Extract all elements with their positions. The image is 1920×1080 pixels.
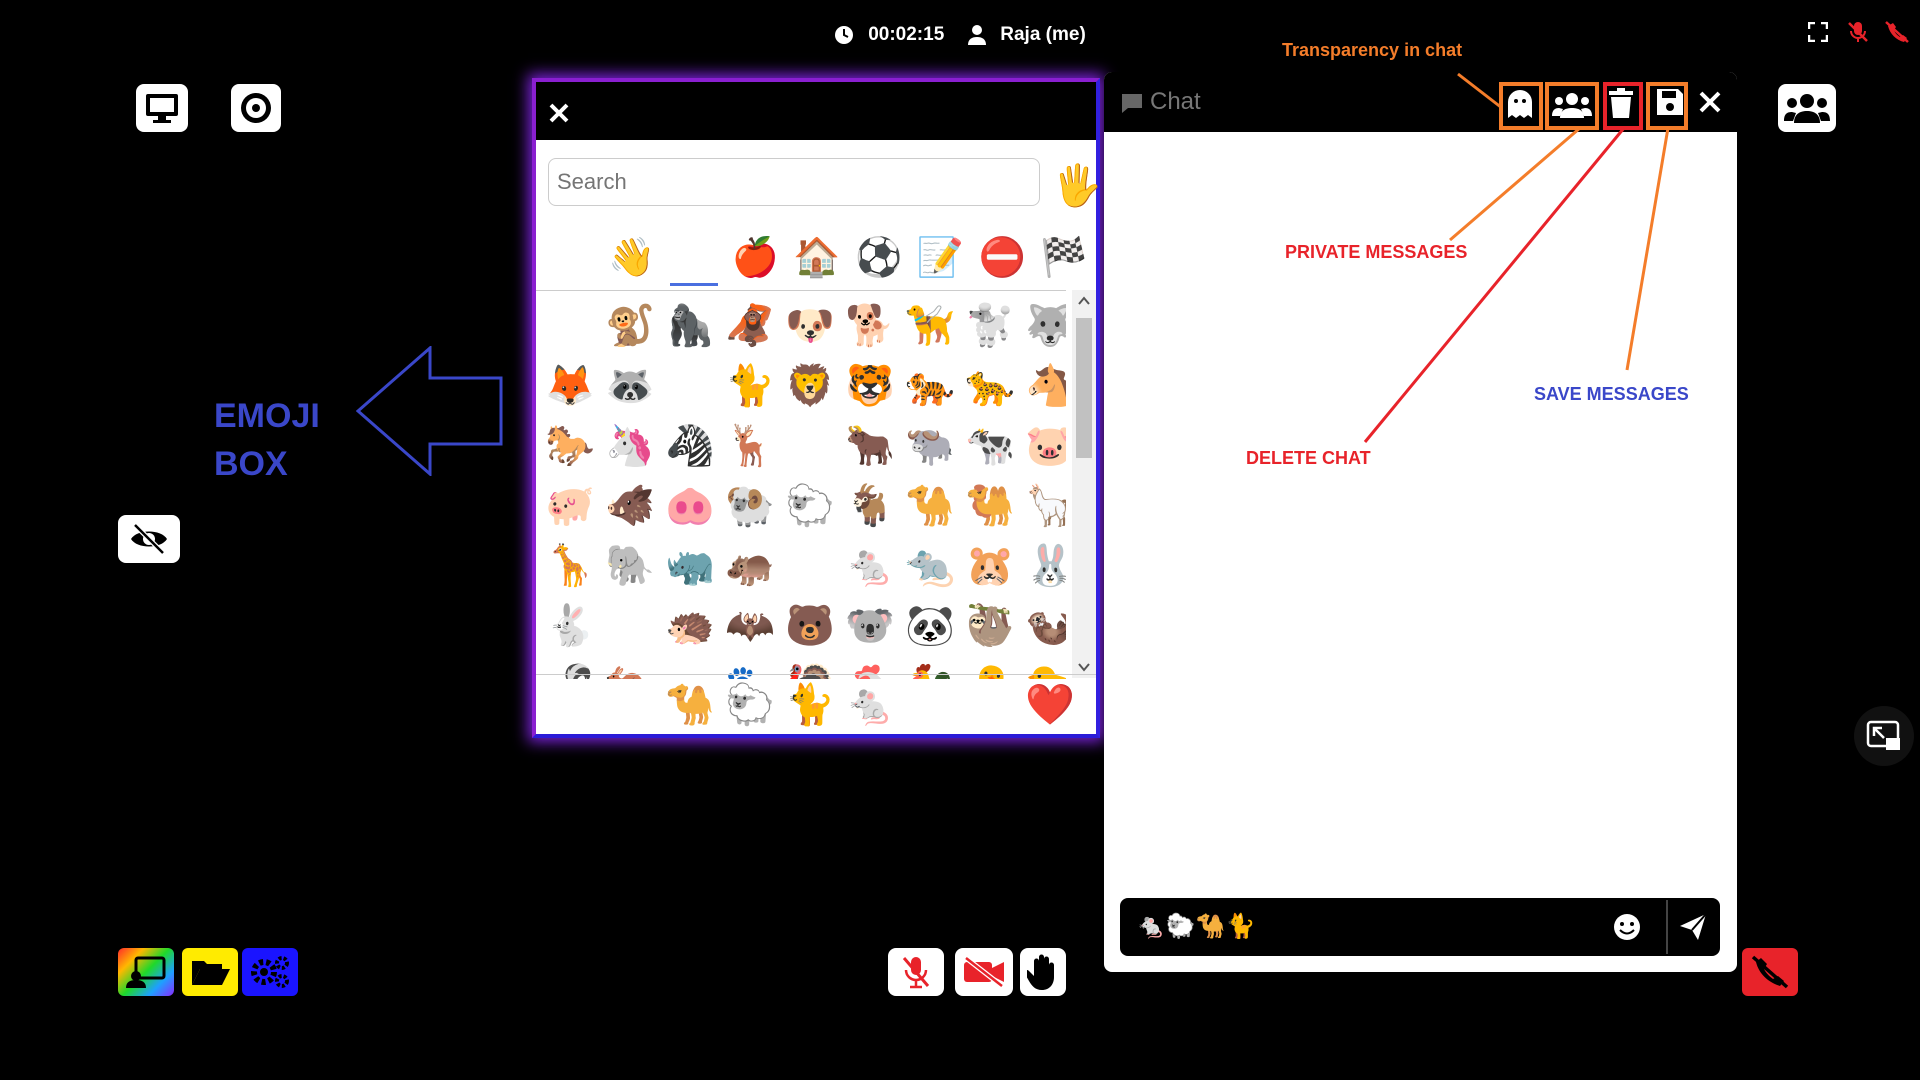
toggle-mic-button[interactable]	[888, 948, 944, 996]
pip-button[interactable]	[1854, 706, 1914, 766]
picture-in-picture-icon	[1866, 720, 1900, 750]
share-button[interactable]	[118, 948, 174, 996]
gears-icon	[251, 956, 289, 988]
folder-open-icon	[192, 961, 230, 985]
mic-off-icon	[902, 957, 930, 989]
hangup-icon	[1751, 955, 1789, 989]
toggle-camera-button[interactable]	[955, 948, 1013, 996]
settings-button[interactable]	[242, 948, 298, 996]
cast-icon	[126, 956, 166, 988]
users-icon	[1784, 94, 1830, 123]
leave-call-button[interactable]	[1742, 948, 1798, 996]
video-off-icon	[964, 956, 1004, 988]
raise-hand-button[interactable]	[1020, 948, 1066, 996]
participants-button[interactable]	[1778, 84, 1836, 132]
file-share-button[interactable]	[182, 948, 238, 996]
hand-icon	[1027, 954, 1054, 990]
annotation-lines	[1363, 72, 1670, 443]
